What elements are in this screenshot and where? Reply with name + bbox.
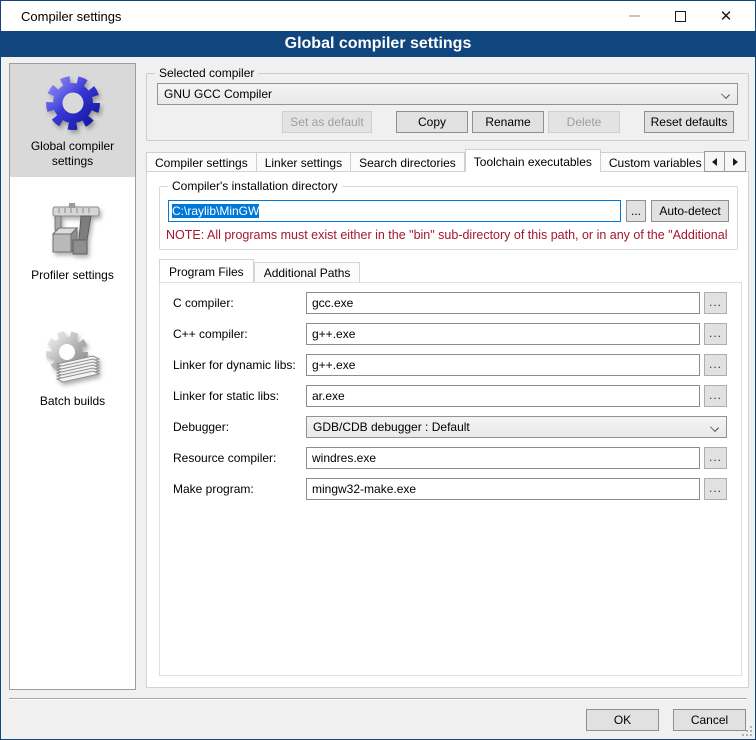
maximize-button[interactable] — [657, 1, 703, 31]
c-compiler-browse-button[interactable]: ... — [704, 292, 727, 314]
cpp-compiler-label: C++ compiler: — [173, 323, 306, 345]
compiler-settings-dialog: Compiler settings ✕ Global compiler sett… — [0, 0, 756, 740]
sidebar-item-label: Global compiler settings — [14, 139, 131, 169]
debugger-select-value: GDB/CDB debugger : Default — [313, 420, 470, 434]
static-linker-row: Linker for static libs: ar.exe ... — [173, 385, 727, 407]
footer-divider — [9, 698, 747, 700]
tab-custom-variables[interactable]: Custom variables — [601, 152, 704, 172]
resize-grip[interactable] — [742, 726, 752, 736]
program-files-page: C compiler: gcc.exe ... C++ compiler: g+… — [159, 282, 742, 676]
static-linker-input[interactable]: ar.exe — [306, 385, 700, 407]
static-linker-label: Linker for static libs: — [173, 385, 306, 407]
page-title: Global compiler settings — [1, 31, 755, 57]
toolchain-executables-page: Compiler's installation directory C:\ray… — [146, 171, 749, 688]
tab-toolchain-executables[interactable]: Toolchain executables — [465, 149, 601, 172]
chevron-down-icon — [710, 423, 719, 432]
close-icon: ✕ — [720, 9, 733, 24]
tab-linker-settings[interactable]: Linker settings — [257, 152, 351, 172]
blue-gear-icon — [41, 71, 105, 135]
bin-subdirectory-note: NOTE: All programs must exist either in … — [166, 228, 734, 242]
resource-compiler-browse-button[interactable]: ... — [704, 447, 727, 469]
set-as-default-button[interactable]: Set as default — [282, 111, 372, 133]
sidebar-item-batch-builds[interactable]: Batch builds — [10, 319, 135, 417]
minimize-button[interactable] — [611, 1, 657, 31]
installation-directory-input[interactable]: C:\raylib\MinGW — [168, 200, 621, 222]
auto-detect-button[interactable]: Auto-detect — [651, 200, 729, 222]
window-controls: ✕ — [611, 1, 749, 31]
arrow-left-icon — [708, 158, 717, 166]
tab-scroll-left-button[interactable] — [704, 151, 725, 172]
window-title: Compiler settings — [21, 9, 121, 24]
c-compiler-input[interactable]: gcc.exe — [306, 292, 700, 314]
make-program-label: Make program: — [173, 478, 306, 500]
dynamic-linker-browse-button[interactable]: ... — [704, 354, 727, 376]
maximize-icon — [675, 11, 686, 22]
chevron-down-icon — [721, 90, 730, 99]
copy-button[interactable]: Copy — [396, 111, 468, 133]
sidebar-item-global-compiler-settings[interactable]: Global compiler settings — [10, 64, 135, 177]
make-program-row: Make program: mingw32-make.exe ... — [173, 478, 727, 500]
rename-button[interactable]: Rename — [472, 111, 544, 133]
debugger-row: Debugger: GDB/CDB debugger : Default — [173, 416, 727, 438]
reset-defaults-button[interactable]: Reset defaults — [644, 111, 734, 133]
tab-scroll-buttons — [704, 151, 746, 172]
c-compiler-row: C compiler: gcc.exe ... — [173, 292, 727, 314]
cpp-compiler-input[interactable]: g++.exe — [306, 323, 700, 345]
arrow-right-icon — [733, 158, 742, 166]
program-tabs: Program Files Additional Paths — [159, 259, 360, 282]
selected-compiler-group-label: Selected compiler — [155, 66, 258, 80]
selected-compiler-group: Selected compiler GNU GCC Compiler Set a… — [146, 73, 749, 141]
sidebar-item-label: Profiler settings — [14, 268, 131, 283]
grey-gear-stack-icon — [41, 326, 105, 390]
sidebar-item-label: Batch builds — [14, 394, 131, 409]
tab-compiler-settings[interactable]: Compiler settings — [146, 152, 257, 172]
cpp-compiler-browse-button[interactable]: ... — [704, 323, 727, 345]
dynamic-linker-label: Linker for dynamic libs: — [173, 354, 306, 376]
compiler-select[interactable]: GNU GCC Compiler — [157, 83, 738, 105]
resource-compiler-row: Resource compiler: windres.exe ... — [173, 447, 727, 469]
minimize-icon — [629, 15, 640, 17]
sidebar-item-profiler-settings[interactable]: Profiler settings — [10, 193, 135, 291]
c-compiler-label: C compiler: — [173, 292, 306, 314]
dynamic-linker-input[interactable]: g++.exe — [306, 354, 700, 376]
close-button[interactable]: ✕ — [703, 1, 749, 31]
tab-scroll-right-button[interactable] — [725, 151, 746, 172]
delete-button[interactable]: Delete — [548, 111, 620, 133]
make-program-input[interactable]: mingw32-make.exe — [306, 478, 700, 500]
cpp-compiler-row: C++ compiler: g++.exe ... — [173, 323, 727, 345]
caliper-tool-icon — [41, 200, 105, 264]
title-bar[interactable]: Compiler settings ✕ — [1, 1, 755, 31]
main-tabs: Compiler settings Linker settings Search… — [146, 149, 704, 172]
debugger-select[interactable]: GDB/CDB debugger : Default — [306, 416, 727, 438]
tab-search-directories[interactable]: Search directories — [351, 152, 465, 172]
resource-compiler-label: Resource compiler: — [173, 447, 306, 469]
tab-additional-paths[interactable]: Additional Paths — [254, 262, 361, 282]
installation-directory-group-label: Compiler's installation directory — [168, 179, 342, 193]
tab-program-files[interactable]: Program Files — [159, 259, 254, 282]
resource-compiler-input[interactable]: windres.exe — [306, 447, 700, 469]
installation-directory-group: Compiler's installation directory C:\ray… — [159, 186, 738, 250]
debugger-label: Debugger: — [173, 416, 306, 438]
cancel-button[interactable]: Cancel — [673, 709, 746, 731]
directory-browse-button[interactable]: ... — [626, 200, 646, 222]
static-linker-browse-button[interactable]: ... — [704, 385, 727, 407]
settings-sidebar: Global compiler settings Profiler settin… — [9, 63, 136, 690]
installation-directory-selected-text: C:\raylib\MinGW — [172, 204, 259, 218]
ok-button[interactable]: OK — [586, 709, 659, 731]
dynamic-linker-row: Linker for dynamic libs: g++.exe ... — [173, 354, 727, 376]
make-program-browse-button[interactable]: ... — [704, 478, 727, 500]
compiler-select-value: GNU GCC Compiler — [164, 87, 272, 101]
